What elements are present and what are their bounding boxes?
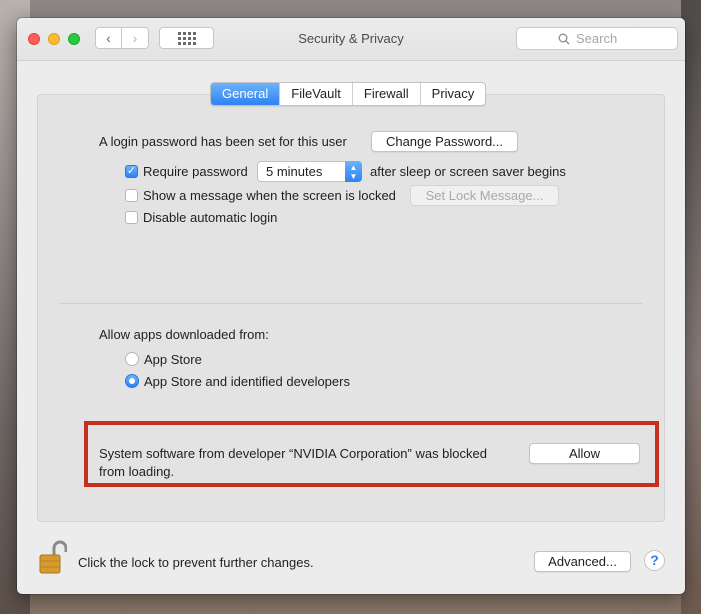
lock-open-icon[interactable] (37, 539, 67, 575)
require-password-delay-select[interactable]: 5 minutes ▲ ▼ (257, 161, 362, 182)
blocked-message-line1: System software from developer “NVIDIA C… (99, 446, 487, 461)
radio-app-store[interactable] (125, 352, 139, 366)
require-password-delay-value: 5 minutes (266, 164, 323, 179)
require-password-checkbox[interactable]: ✓ (125, 165, 138, 178)
section-divider (59, 303, 642, 304)
tab-filevault[interactable]: FileVault (279, 83, 352, 105)
blocked-message-line2: from loading. (99, 464, 175, 479)
show-message-label: Show a message when the screen is locked (143, 188, 396, 203)
search-field[interactable] (516, 27, 678, 50)
show-message-checkbox[interactable] (125, 189, 138, 202)
change-password-button[interactable]: Change Password... (371, 131, 518, 152)
tab-general[interactable]: General (211, 83, 280, 105)
search-icon (558, 33, 570, 44)
lock-status-text: Click the lock to prevent further change… (78, 555, 314, 570)
allow-apps-heading: Allow apps downloaded from: (99, 327, 269, 342)
allow-button[interactable]: Allow (529, 443, 640, 464)
radio-app-store-label: App Store (144, 352, 202, 367)
radio-identified-developers[interactable] (125, 374, 139, 388)
disable-auto-login-label: Disable automatic login (143, 210, 278, 225)
disable-auto-login-checkbox[interactable] (125, 211, 138, 224)
tab-firewall[interactable]: Firewall (351, 83, 420, 105)
radio-identified-developers-label: App Store and identified developers (144, 374, 350, 389)
set-lock-message-button[interactable]: Set Lock Message... (410, 185, 559, 206)
tab-bar: General FileVault Firewall Privacy (210, 82, 487, 106)
tab-privacy[interactable]: Privacy (419, 83, 486, 105)
title-bar: ‹ › Security & Privacy (17, 18, 685, 61)
select-arrows-icon: ▲ ▼ (345, 161, 362, 182)
after-sleep-text: after sleep or screen saver begins (370, 164, 566, 179)
require-password-label: Require password (143, 164, 248, 179)
search-input[interactable] (576, 31, 636, 46)
security-privacy-window: ‹ › Security & Privacy General FileVault (17, 18, 685, 594)
login-password-text: A login password has been set for this u… (99, 134, 347, 149)
help-icon[interactable]: ? (644, 550, 665, 571)
advanced-button[interactable]: Advanced... (534, 551, 631, 572)
